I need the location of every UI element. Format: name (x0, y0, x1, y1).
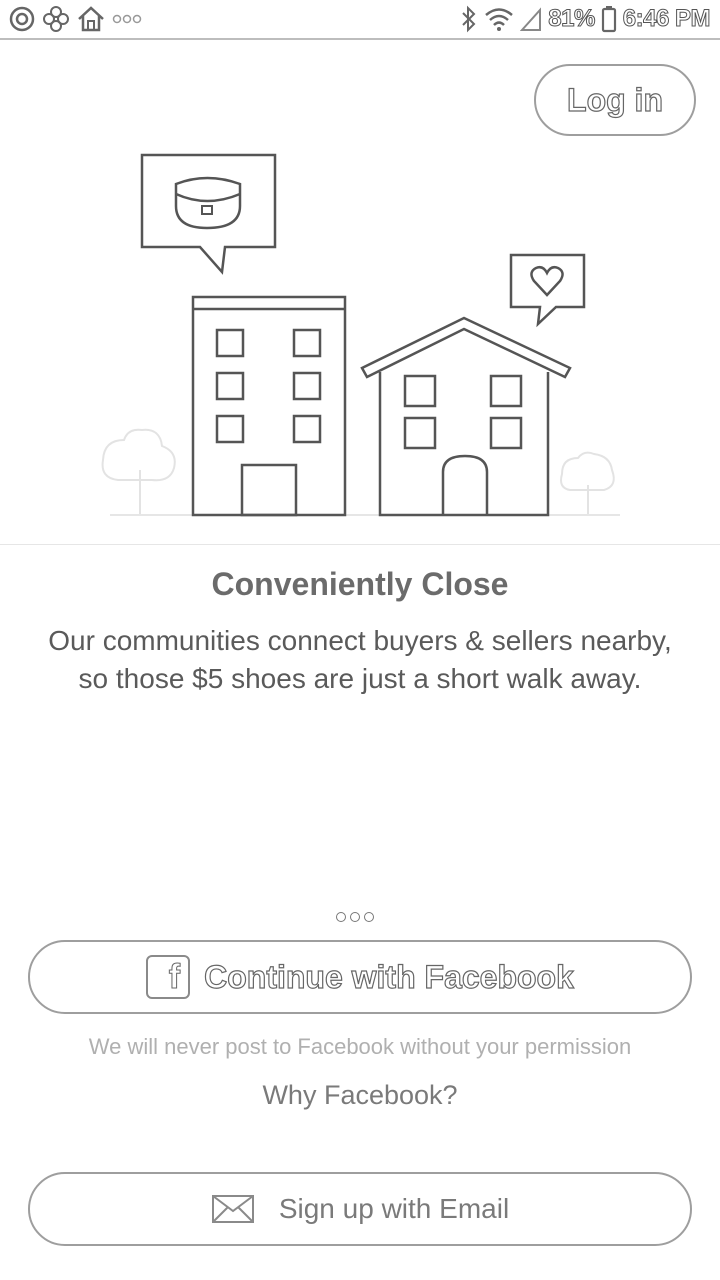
apartment-building (191, 295, 347, 517)
tree-right (560, 451, 615, 515)
heart-speech-bubble (509, 253, 586, 328)
page-dot-3[interactable] (364, 912, 374, 922)
onboarding-title: Conveniently Close (211, 566, 509, 602)
onboarding-description: Our communities connect buyers & sellers… (48, 625, 672, 694)
pinwheel-icon (43, 6, 69, 32)
tree-left (101, 428, 176, 515)
page-dot-1[interactable] (336, 912, 346, 922)
more-notifications-icon (112, 14, 142, 24)
facebook-button-label: Continue with Facebook (204, 958, 575, 995)
onboarding-illustration (101, 153, 620, 517)
bluetooth-icon (462, 5, 476, 33)
facebook-permission-note: We will never post to Facebook without y… (88, 1034, 632, 1059)
status-bar-right: 81% 6:46 PM (460, 5, 711, 33)
facebook-icon: f (146, 955, 191, 999)
record-icon (9, 6, 35, 32)
status-bar-left (8, 5, 142, 33)
page-indicator (336, 912, 374, 922)
why-facebook-link[interactable]: Why Facebook? (0, 1080, 720, 1111)
clock: 6:46 PM (622, 5, 711, 33)
login-button[interactable]: Log in (534, 64, 696, 136)
handbag-speech-bubble (140, 153, 277, 275)
battery-icon (601, 6, 616, 33)
wifi-icon (485, 8, 514, 31)
sign-up-with-email-button[interactable]: Sign up with Email (28, 1172, 692, 1246)
status-bar: 81% 6:46 PM (0, 0, 720, 40)
battery-percent: 81% (548, 5, 596, 33)
illustration-divider (0, 544, 720, 545)
signal-icon (520, 7, 542, 31)
email-button-label: Sign up with Email (278, 1193, 510, 1224)
house (360, 316, 572, 517)
home-icon (78, 6, 104, 32)
continue-with-facebook-button[interactable]: f Continue with Facebook (28, 940, 692, 1014)
page-dot-2[interactable] (350, 912, 360, 922)
envelope-icon (211, 1195, 254, 1223)
